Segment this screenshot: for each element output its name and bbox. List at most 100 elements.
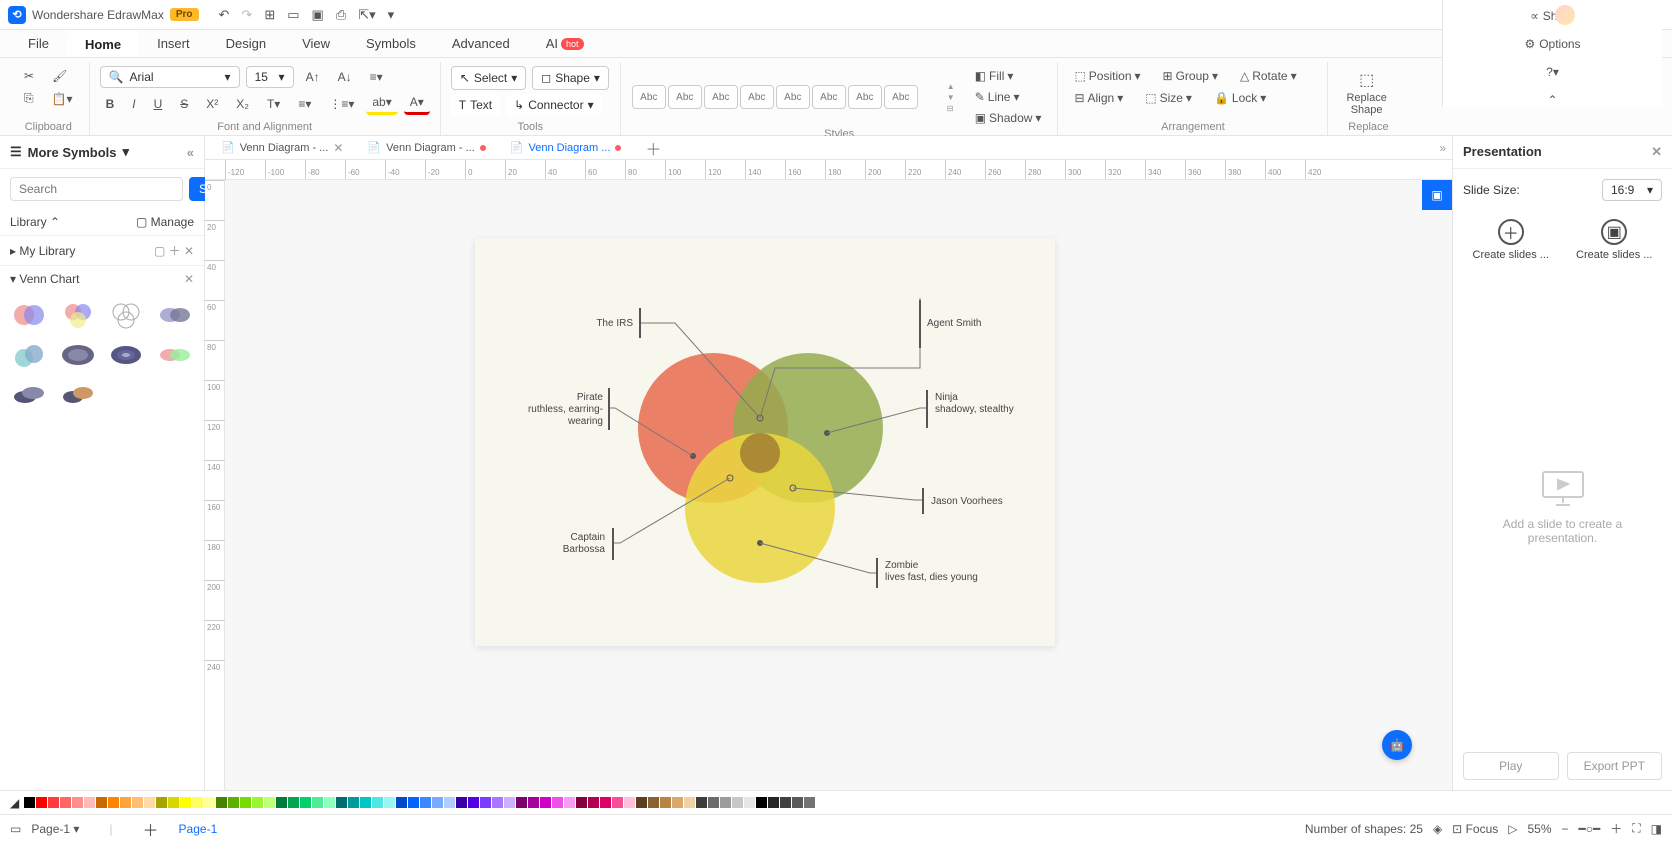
color-swatch[interactable] <box>204 797 215 808</box>
color-swatch[interactable] <box>588 797 599 808</box>
color-swatch[interactable] <box>408 797 419 808</box>
color-swatch[interactable] <box>384 797 395 808</box>
style-scroll-down[interactable]: ▼ <box>947 93 955 102</box>
collapse-ribbon-icon[interactable]: ⌃ <box>1547 93 1557 107</box>
decrease-font-icon[interactable]: A↓ <box>332 67 358 87</box>
position-button[interactable]: ⬚ Position▾ <box>1068 66 1146 86</box>
highlight-icon[interactable]: ab▾ <box>366 92 397 115</box>
color-swatch[interactable] <box>480 797 491 808</box>
color-swatch[interactable] <box>780 797 791 808</box>
align-button[interactable]: ⊟ Align▾ <box>1068 88 1129 108</box>
color-swatch[interactable] <box>564 797 575 808</box>
format-painter-icon[interactable]: 🖌 <box>46 66 73 86</box>
open-icon[interactable]: ▭ <box>287 7 299 23</box>
redo-icon[interactable]: ↷ <box>241 7 252 23</box>
current-page[interactable]: Page-1 ▾ <box>31 822 79 836</box>
font-color-icon[interactable]: A▾ <box>404 92 430 115</box>
help-icon[interactable]: ?▾ <box>1546 65 1559 79</box>
manage-button[interactable]: ▢ Manage <box>136 215 194 229</box>
venn-shape-3[interactable] <box>107 300 145 330</box>
color-swatch[interactable] <box>108 797 119 808</box>
size-button[interactable]: ⬚ Size▾ <box>1139 88 1198 108</box>
style-preset[interactable]: Abc <box>704 85 738 109</box>
my-library-section[interactable]: ▸ My Library ▢ ＋ ✕ <box>0 235 204 265</box>
add-page-button[interactable]: ＋ <box>143 817 159 841</box>
color-swatch[interactable] <box>504 797 515 808</box>
group-button[interactable]: ⊞ Group▾ <box>1157 66 1224 86</box>
style-preset[interactable]: Abc <box>776 85 810 109</box>
more-icon[interactable]: ▾ <box>388 7 395 23</box>
menu-ai[interactable]: AIhot <box>528 30 602 57</box>
color-swatch[interactable] <box>648 797 659 808</box>
color-swatch[interactable] <box>732 797 743 808</box>
zoom-slider[interactable]: ━○━ <box>1579 822 1601 836</box>
color-swatch[interactable] <box>492 797 503 808</box>
page-nav-icon[interactable]: ▭ <box>10 822 21 836</box>
export-icon[interactable]: ⇱▾ <box>358 7 375 23</box>
style-preset[interactable]: Abc <box>632 85 666 109</box>
italic-icon[interactable]: I <box>126 94 141 114</box>
color-swatch[interactable] <box>120 797 131 808</box>
venn-shape-1[interactable] <box>10 300 48 330</box>
align-icon[interactable]: ≡▾ <box>364 67 389 87</box>
collapse-left-icon[interactable]: « <box>187 145 194 160</box>
bold-icon[interactable]: B <box>100 94 121 114</box>
doc-tab-2[interactable]: 📄 Venn Diagram - ... <box>357 139 495 156</box>
replace-shape-button[interactable]: ⬚Replace Shape <box>1338 66 1394 120</box>
shadow-button[interactable]: ▣ Shadow▾ <box>969 108 1048 128</box>
color-swatch[interactable] <box>192 797 203 808</box>
lock-button[interactable]: 🔒 Lock▾ <box>1208 88 1272 108</box>
close-right-panel-icon[interactable]: ✕ <box>1651 144 1662 160</box>
focus-button[interactable]: ⊡ Focus <box>1452 822 1498 836</box>
underline-icon[interactable]: U <box>148 94 169 114</box>
color-swatch[interactable] <box>24 797 35 808</box>
color-swatch[interactable] <box>156 797 167 808</box>
doc-tab-1[interactable]: 📄 Venn Diagram - ... ✕ <box>211 139 353 157</box>
venn-chart-section[interactable]: ▾ Venn Chart ✕ <box>0 265 204 292</box>
doc-tab-3[interactable]: 📄 Venn Diagram ... <box>500 139 632 156</box>
color-swatch[interactable] <box>360 797 371 808</box>
shape-tool[interactable]: ◻ Shape▾ <box>532 66 609 90</box>
venn-shape-9[interactable] <box>10 380 48 410</box>
color-swatch[interactable] <box>612 797 623 808</box>
color-swatch[interactable] <box>36 797 47 808</box>
style-gallery[interactable]: Abc Abc Abc Abc Abc Abc Abc Abc <box>631 83 941 111</box>
style-preset[interactable]: Abc <box>848 85 882 109</box>
color-swatch[interactable] <box>516 797 527 808</box>
color-swatch[interactable] <box>696 797 707 808</box>
color-swatch[interactable] <box>276 797 287 808</box>
color-swatch[interactable] <box>672 797 683 808</box>
venn-shape-10[interactable] <box>59 380 97 410</box>
color-swatch[interactable] <box>720 797 731 808</box>
zoom-out-icon[interactable]: − <box>1562 822 1569 836</box>
color-swatch[interactable] <box>804 797 815 808</box>
select-tool[interactable]: ↖ Select▾ <box>451 66 526 90</box>
superscript-icon[interactable]: X² <box>200 94 224 114</box>
create-slides-2-button[interactable]: ▣Create slides ... <box>1567 219 1663 261</box>
color-swatch[interactable] <box>168 797 179 808</box>
cut-icon[interactable]: ✂ <box>18 66 40 86</box>
color-swatch[interactable] <box>180 797 191 808</box>
color-swatch[interactable] <box>816 797 827 808</box>
font-family-select[interactable]: 🔍 Arial ▾ <box>100 66 240 88</box>
venn-shape-6[interactable] <box>59 340 97 370</box>
color-swatch[interactable] <box>420 797 431 808</box>
color-swatch[interactable] <box>444 797 455 808</box>
menu-view[interactable]: View <box>284 30 348 57</box>
color-swatch[interactable] <box>72 797 83 808</box>
color-swatch[interactable] <box>252 797 263 808</box>
play-button[interactable]: Play <box>1463 752 1559 780</box>
color-swatch[interactable] <box>600 797 611 808</box>
venn-shape-5[interactable] <box>10 340 48 370</box>
increase-font-icon[interactable]: A↑ <box>300 67 326 87</box>
case-icon[interactable]: T▾ <box>261 94 286 114</box>
venn-shape-8[interactable] <box>156 340 194 370</box>
color-swatch[interactable] <box>468 797 479 808</box>
numbering-icon[interactable]: ≡▾ <box>292 94 317 114</box>
color-swatch[interactable] <box>288 797 299 808</box>
color-swatch[interactable] <box>792 797 803 808</box>
color-swatch[interactable] <box>324 797 335 808</box>
color-swatch[interactable] <box>528 797 539 808</box>
color-swatch[interactable] <box>348 797 359 808</box>
color-swatch[interactable] <box>576 797 587 808</box>
